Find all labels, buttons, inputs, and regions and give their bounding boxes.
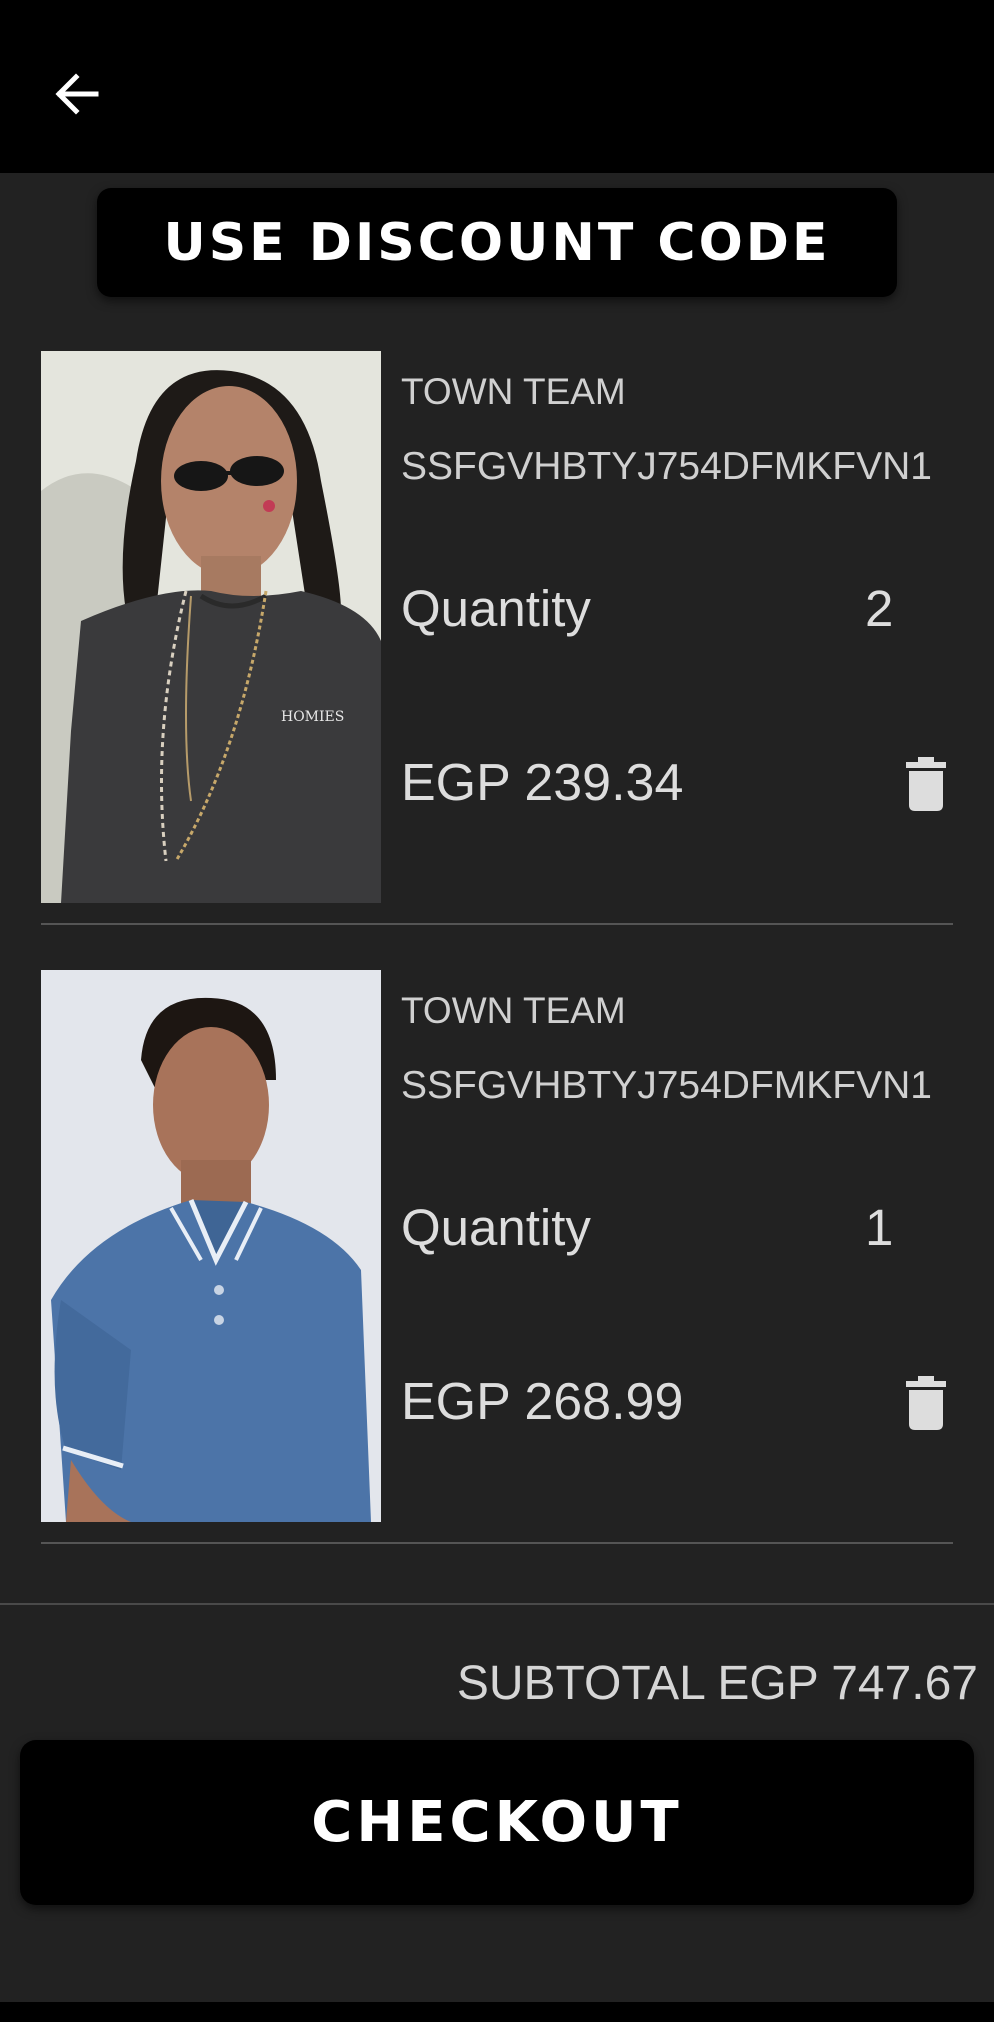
navigation-bar xyxy=(0,2002,994,2022)
quantity-label: Quantity xyxy=(401,580,591,637)
subtotal-text: SUBTOTAL EGP 747.67 xyxy=(456,1657,978,1710)
svg-text:HOMIES: HOMIES xyxy=(281,709,344,725)
quantity-label: Quantity xyxy=(401,1199,591,1256)
product-price: EGP 239.34 xyxy=(401,754,684,812)
checkout-button[interactable]: CHECKOUT xyxy=(20,1740,974,1905)
delete-item-button[interactable] xyxy=(891,749,961,819)
app-bar xyxy=(0,0,994,173)
cart-item: HOMIES TOWN TEAM SSFGVHBTYJ754DFMKFVN1 Q… xyxy=(41,351,953,925)
item-divider xyxy=(41,923,953,925)
man-blue-polo-photo xyxy=(41,970,381,1522)
product-sku: SSFGVHBTYJ754DFMKFVN1 xyxy=(401,1064,932,1107)
item-divider xyxy=(41,1542,953,1544)
footer-divider xyxy=(0,1603,994,1605)
quantity-value[interactable]: 2 xyxy=(865,579,893,638)
quantity-value[interactable]: 1 xyxy=(865,1198,893,1257)
product-sku: SSFGVHBTYJ754DFMKFVN1 xyxy=(401,445,932,488)
product-price: EGP 268.99 xyxy=(401,1373,684,1431)
back-button[interactable] xyxy=(40,57,114,131)
product-brand: TOWN TEAM xyxy=(401,371,626,412)
use-discount-code-button[interactable]: USE DISCOUNT CODE xyxy=(97,188,897,297)
product-image[interactable]: HOMIES xyxy=(41,351,381,903)
trash-icon xyxy=(906,1376,946,1430)
delete-item-button[interactable] xyxy=(891,1368,961,1438)
checkout-label: CHECKOUT xyxy=(311,1790,683,1855)
product-brand: TOWN TEAM xyxy=(401,990,626,1031)
arrow-left-icon xyxy=(55,73,99,115)
woman-dark-tshirt-sunglasses-photo: HOMIES xyxy=(41,351,381,903)
cart-item: TOWN TEAM SSFGVHBTYJ754DFMKFVN1 Quantity… xyxy=(41,970,953,1544)
product-image[interactable] xyxy=(41,970,381,1522)
use-discount-code-label: USE DISCOUNT CODE xyxy=(163,212,831,273)
trash-icon xyxy=(906,757,946,811)
